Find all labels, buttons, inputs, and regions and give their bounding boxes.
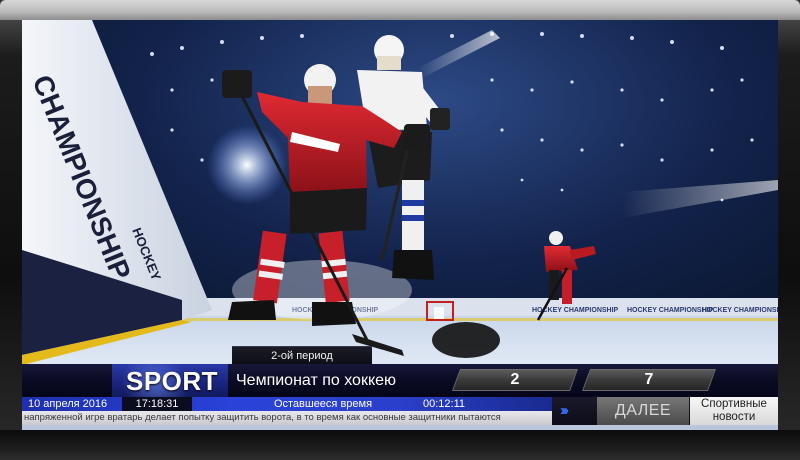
sports-news-label-line2: новости: [712, 411, 756, 423]
tv-screen: HOCKEY CHAMPIONSHIP HOCKEY CHAMPIONSHIP …: [22, 20, 778, 430]
ticker-text: напряженной игре вратарь делает попытку …: [24, 412, 501, 423]
svg-text:HOCKEY CHAMPIONSHIP: HOCKEY CHAMPIONSHIP: [702, 307, 778, 314]
tv-bottom-bezel: [0, 430, 800, 460]
news-ticker: напряженной игре вратарь делает попытку …: [22, 411, 552, 425]
next-button[interactable]: ДАЛЕЕ: [597, 397, 689, 425]
status-clock: 17:18:31: [135, 398, 179, 410]
sports-news-label-line1: Спортивные: [701, 398, 767, 410]
brand-logo-text: SPORT: [126, 366, 219, 396]
chevron-right-icon: ›››: [560, 402, 569, 419]
svg-text:HOCKEY CHAMPIONSHIP: HOCKEY CHAMPIONSHIP: [627, 307, 714, 314]
remaining-time-value: 00:12:11: [422, 398, 465, 410]
status-date: 10 апреля 2016: [28, 398, 108, 410]
score-away: 7: [644, 371, 654, 388]
remaining-time-label: Оставшееся время: [273, 398, 373, 410]
sports-news-button[interactable]: Спортивные новости: [690, 397, 778, 425]
tv-top-bezel: [0, 0, 800, 20]
period-label: 2-ой период: [232, 346, 372, 364]
score-home: 2: [510, 371, 520, 388]
event-title: Чемпионат по хоккею: [236, 372, 397, 389]
